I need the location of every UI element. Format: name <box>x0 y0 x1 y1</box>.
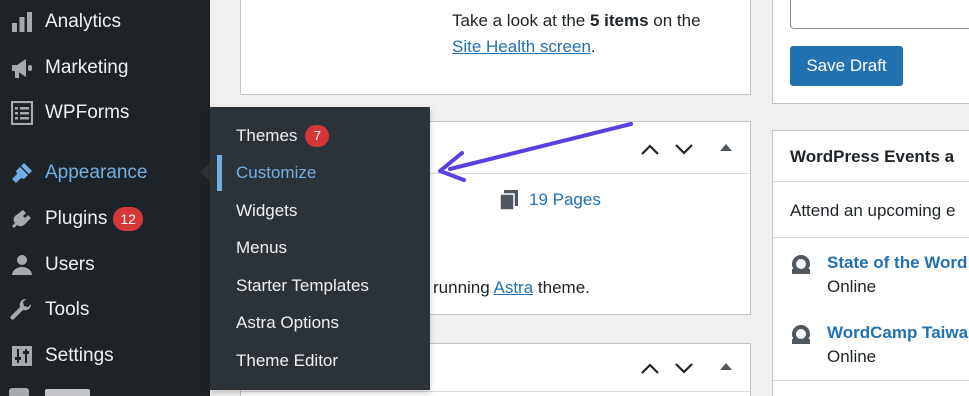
annotation-arrow <box>438 122 633 182</box>
